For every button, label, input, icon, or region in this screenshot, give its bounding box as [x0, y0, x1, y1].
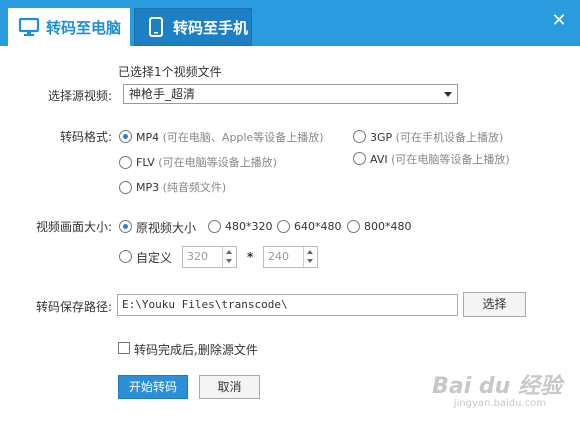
tab-convert-to-pc-label: 转码至电脑: [46, 18, 122, 37]
save-path-label: 转码保存路径:: [36, 300, 113, 314]
start-convert-button[interactable]: 开始转码: [118, 375, 188, 399]
format-mp4-name: MP4: [136, 131, 160, 144]
size-label: 视频画面大小:: [36, 220, 113, 234]
delete-source-label[interactable]: 转码完成后,删除源文件: [134, 341, 258, 358]
format-3gp-radio[interactable]: [353, 130, 366, 143]
selected-files-info: 已选择1个视频文件: [118, 65, 222, 79]
spin-up-icon[interactable]: [307, 250, 313, 254]
phone-icon: [145, 16, 167, 38]
format-mp3-hint: (纯音频文件): [162, 181, 227, 194]
format-3gp-option[interactable]: 3GP (可在手机设备上播放): [370, 129, 503, 145]
custom-height-value: 240: [268, 250, 289, 263]
source-video-label: 选择源视频:: [48, 89, 113, 103]
size-original-option[interactable]: 原视频大小: [136, 219, 196, 236]
size-480x320-option[interactable]: 480*320: [225, 220, 273, 233]
format-3gp-name: 3GP: [370, 131, 393, 144]
spin-up-icon[interactable]: [226, 250, 232, 254]
format-mp3-name: MP3: [136, 181, 160, 194]
size-custom-option[interactable]: 自定义: [136, 249, 172, 266]
spin-down-icon[interactable]: [226, 259, 232, 263]
baidu-watermark: Bai du 经验: [432, 374, 562, 399]
size-800x480-radio[interactable]: [347, 220, 360, 233]
format-avi-radio[interactable]: [353, 152, 366, 165]
save-path-input[interactable]: E:\Youku Files\transcode\: [117, 294, 458, 316]
custom-height-spin-buttons[interactable]: [303, 247, 317, 267]
custom-height-stepper[interactable]: 240: [263, 246, 318, 268]
monitor-icon: [18, 16, 40, 38]
custom-width-spin-buttons[interactable]: [222, 247, 236, 267]
size-original-radio[interactable]: [119, 220, 132, 233]
close-icon[interactable]: ✕: [548, 10, 570, 32]
tab-convert-to-phone[interactable]: 转码至手机: [134, 8, 252, 46]
cancel-button[interactable]: 取消: [199, 375, 260, 399]
format-mp4-radio[interactable]: [119, 130, 132, 143]
size-custom-radio[interactable]: [119, 250, 132, 263]
format-mp4-hint: (可在电脑、Apple等设备上播放): [162, 131, 324, 144]
source-video-value: 神枪手_超清: [129, 87, 196, 101]
custom-width-value: 320: [187, 250, 208, 263]
custom-size-separator: *: [247, 250, 254, 264]
baidu-watermark-url: jingyan.baidu.com: [453, 398, 546, 409]
format-flv-radio[interactable]: [119, 156, 132, 169]
format-3gp-hint: (可在手机设备上播放): [395, 131, 504, 144]
title-bar: 转码至电脑 转码至手机 ✕: [0, 0, 580, 46]
tab-convert-to-pc[interactable]: 转码至电脑: [8, 8, 130, 46]
format-flv-option[interactable]: FLV (可在电脑等设备上播放): [136, 154, 277, 170]
format-mp3-option[interactable]: MP3 (纯音频文件): [136, 179, 226, 195]
chevron-down-icon: [444, 92, 452, 97]
delete-source-checkbox[interactable]: [118, 342, 130, 354]
format-avi-option[interactable]: AVI (可在电脑等设备上播放): [370, 151, 510, 167]
size-480x320-radio[interactable]: [208, 220, 221, 233]
spin-down-icon[interactable]: [307, 259, 313, 263]
size-800x480-option[interactable]: 800*480: [364, 220, 412, 233]
tab-convert-to-phone-label: 转码至手机: [173, 18, 249, 37]
format-avi-name: AVI: [370, 153, 388, 166]
format-flv-hint: (可在电脑等设备上播放): [158, 156, 277, 169]
custom-width-stepper[interactable]: 320: [182, 246, 237, 268]
format-mp3-radio[interactable]: [119, 181, 132, 194]
browse-button[interactable]: 选择: [463, 292, 526, 317]
format-flv-name: FLV: [136, 156, 155, 169]
format-mp4-option[interactable]: MP4 (可在电脑、Apple等设备上播放): [136, 129, 324, 145]
format-avi-hint: (可在电脑等设备上播放): [391, 153, 510, 166]
format-label: 转码格式:: [60, 130, 113, 144]
size-640x480-option[interactable]: 640*480: [294, 220, 342, 233]
size-640x480-radio[interactable]: [277, 220, 290, 233]
source-video-select[interactable]: 神枪手_超清: [123, 84, 458, 104]
